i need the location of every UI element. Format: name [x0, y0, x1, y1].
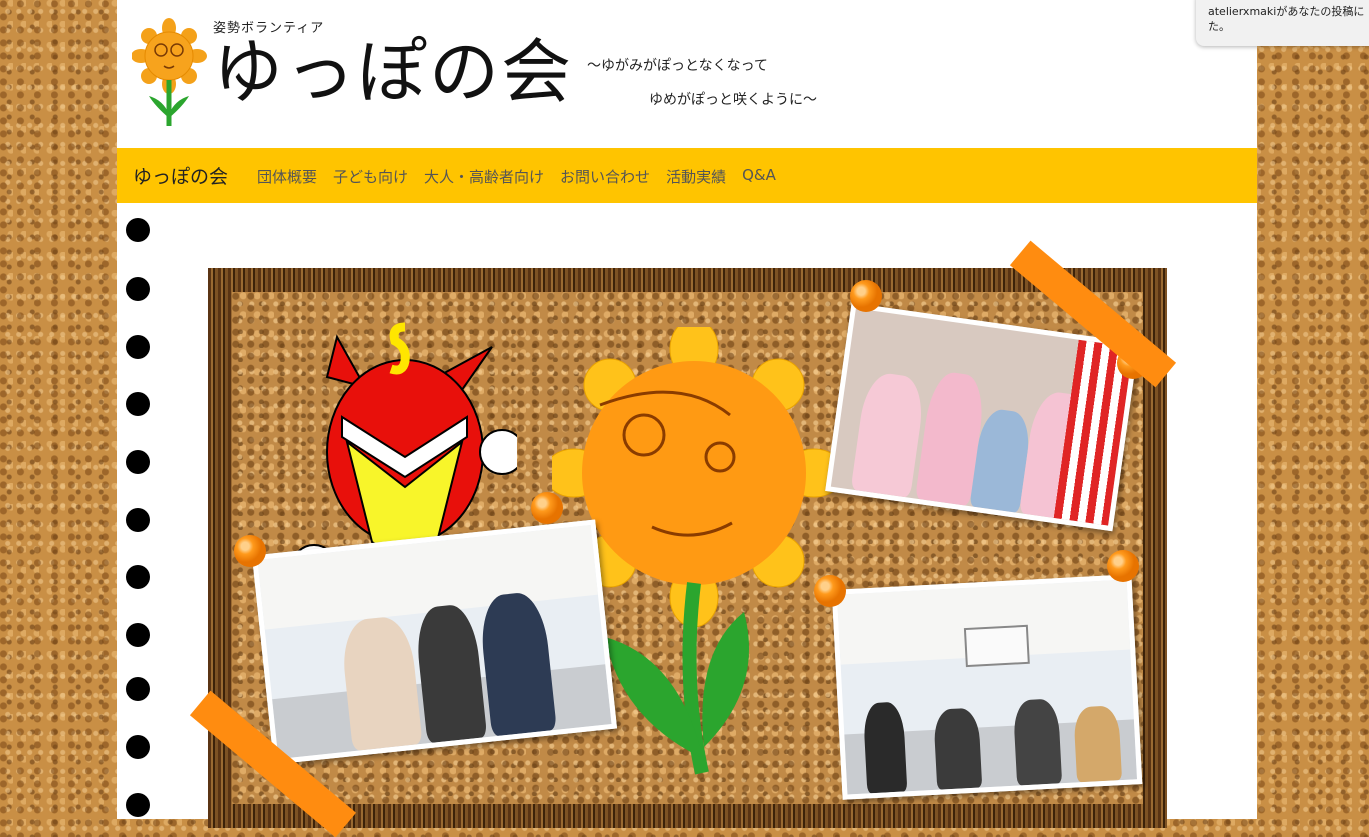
hero-corkboard: S	[189, 240, 1177, 837]
nav-link-qa[interactable]: Q&A	[742, 166, 776, 187]
binder-hole	[126, 218, 150, 242]
nav-link-adults-seniors[interactable]: 大人・高齢者向け	[424, 166, 544, 187]
photo-person	[1073, 705, 1123, 783]
site-header: 姿勢ボランティア ゆっぽの会 〜ゆがみがぽっとなくなって ゆめがぽっと咲くように…	[117, 0, 1257, 148]
nav-link-about[interactable]: 団体概要	[257, 166, 317, 187]
catchphrase-line-2: ゆめがぽっと咲くように〜	[649, 92, 817, 108]
nav-link-activities[interactable]: 活動実績	[666, 166, 726, 187]
activity-photo-children	[251, 519, 618, 765]
pushpin-icon	[850, 280, 882, 312]
photo-person	[413, 602, 488, 744]
notification-text: atelierxmakiがあなたの投稿に た。	[1208, 5, 1365, 33]
page-container: 姿勢ボランティア ゆっぽの会 〜ゆがみがぽっとなくなって ゆめがぽっと咲くように…	[117, 0, 1257, 837]
activity-photo-stage	[825, 302, 1139, 532]
photo-person	[933, 707, 983, 790]
binder-hole	[126, 735, 150, 759]
site-title: ゆっぽの会	[213, 31, 573, 113]
pushpin-icon	[1107, 550, 1139, 582]
photo-person	[339, 614, 423, 752]
binder-hole	[126, 508, 150, 532]
photo-person	[862, 701, 908, 794]
nav-link-contact[interactable]: お問い合わせ	[560, 166, 650, 187]
photo-person	[477, 590, 557, 737]
activity-photo-classroom	[831, 574, 1143, 800]
pushpin-icon	[234, 535, 266, 567]
main-navbar: ゆっぽの会 団体概要 子ども向け 大人・高齢者向け お問い合わせ 活動実績 Q&…	[117, 148, 1257, 203]
photo-person	[850, 370, 927, 498]
pushpin-icon	[814, 575, 846, 607]
sunflower-logo-icon	[132, 18, 207, 126]
binder-holes	[126, 218, 152, 818]
nav-links: 団体概要 子ども向け 大人・高齢者向け お問い合わせ 活動実績 Q&A	[257, 166, 792, 187]
binder-hole	[126, 450, 150, 474]
binder-hole	[126, 392, 150, 416]
binder-hole	[126, 623, 150, 647]
nav-brand-link[interactable]: ゆっぽの会	[133, 162, 228, 189]
binder-hole	[126, 677, 150, 701]
photo-whiteboard	[963, 624, 1030, 668]
binder-hole	[126, 335, 150, 359]
notification-toast[interactable]: atelierxmakiがあなたの投稿に た。	[1196, 0, 1369, 46]
binder-hole	[126, 565, 150, 589]
corkboard-surface: S	[232, 280, 1149, 804]
nav-link-children[interactable]: 子ども向け	[333, 166, 408, 187]
binder-hole	[126, 277, 150, 301]
catchphrase-line-1: 〜ゆがみがぽっとなくなって	[587, 58, 768, 74]
photo-person	[1012, 698, 1063, 786]
binder-hole	[126, 793, 150, 817]
pushpin-icon	[531, 492, 563, 524]
